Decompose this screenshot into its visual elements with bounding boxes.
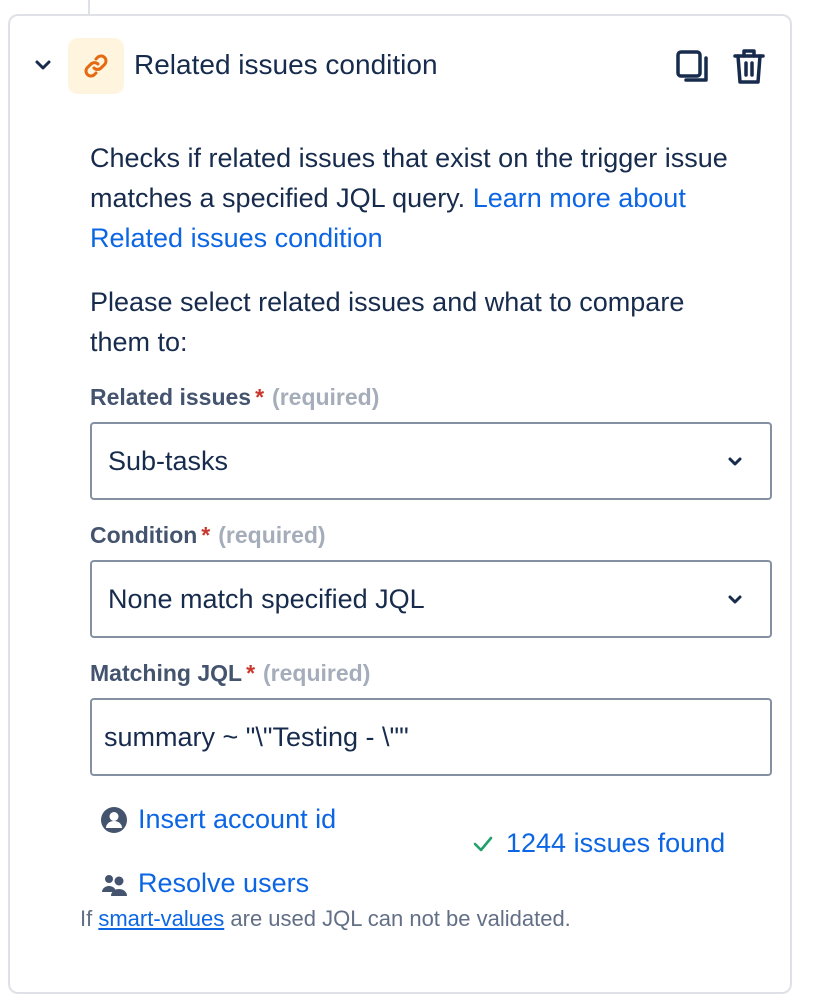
required-hint: (required) xyxy=(218,522,326,548)
matching-jql-input[interactable]: summary ~ "\"Testing - \"" xyxy=(90,698,772,776)
related-issues-value: Sub-tasks xyxy=(108,446,229,476)
matching-jql-value: summary ~ "\"Testing - \"" xyxy=(104,722,409,752)
condition-body: Checks if related issues that exist on t… xyxy=(90,138,772,908)
check-icon xyxy=(473,836,493,851)
issues-found-count[interactable]: 1244 issues found xyxy=(506,828,725,859)
jql-validation-footnote: If smart-values are used JQL can not be … xyxy=(80,906,571,931)
select-prompt: Please select related issues and what to… xyxy=(90,287,685,357)
card-header: Related issues condition xyxy=(10,16,790,116)
required-hint: (required) xyxy=(263,660,371,686)
related-issues-select[interactable]: Sub-tasks xyxy=(90,422,772,500)
condition-label: Condition * (required) xyxy=(90,522,326,548)
people-icon xyxy=(102,874,127,896)
chevron-down-icon[interactable] xyxy=(32,54,54,76)
required-star: * xyxy=(246,660,256,686)
condition-icon-box xyxy=(68,38,124,94)
copy-icon[interactable] xyxy=(674,48,712,86)
jql-actions: Insert account id Resolve users 1244 iss… xyxy=(90,788,750,908)
insert-account-id-link[interactable]: Insert account id xyxy=(100,804,336,835)
condition-select[interactable]: None match specified JQL xyxy=(90,560,772,638)
required-star: * xyxy=(255,384,265,410)
related-issues-condition-card: Related issues condition Checks if relat… xyxy=(8,14,792,994)
condition-description: Checks if related issues that exist on t… xyxy=(90,143,728,253)
smart-values-link[interactable]: smart-values xyxy=(98,906,224,931)
related-issues-label: Related issues * (required) xyxy=(90,384,380,410)
jql-validation-status: 1244 issues found xyxy=(472,828,725,859)
chevron-down-icon xyxy=(728,595,742,604)
flow-connector-line xyxy=(88,0,90,14)
link-icon xyxy=(84,54,108,78)
resolve-users-link[interactable]: Resolve users xyxy=(100,868,309,899)
trash-icon[interactable] xyxy=(730,46,768,86)
required-hint: (required) xyxy=(272,384,380,410)
required-star: * xyxy=(201,522,211,548)
user-circle-icon xyxy=(101,806,127,833)
chevron-down-icon xyxy=(728,457,742,466)
condition-value: None match specified JQL xyxy=(108,584,425,614)
matching-jql-label: Matching JQL * (required) xyxy=(90,660,371,686)
condition-title: Related issues condition xyxy=(134,49,438,80)
